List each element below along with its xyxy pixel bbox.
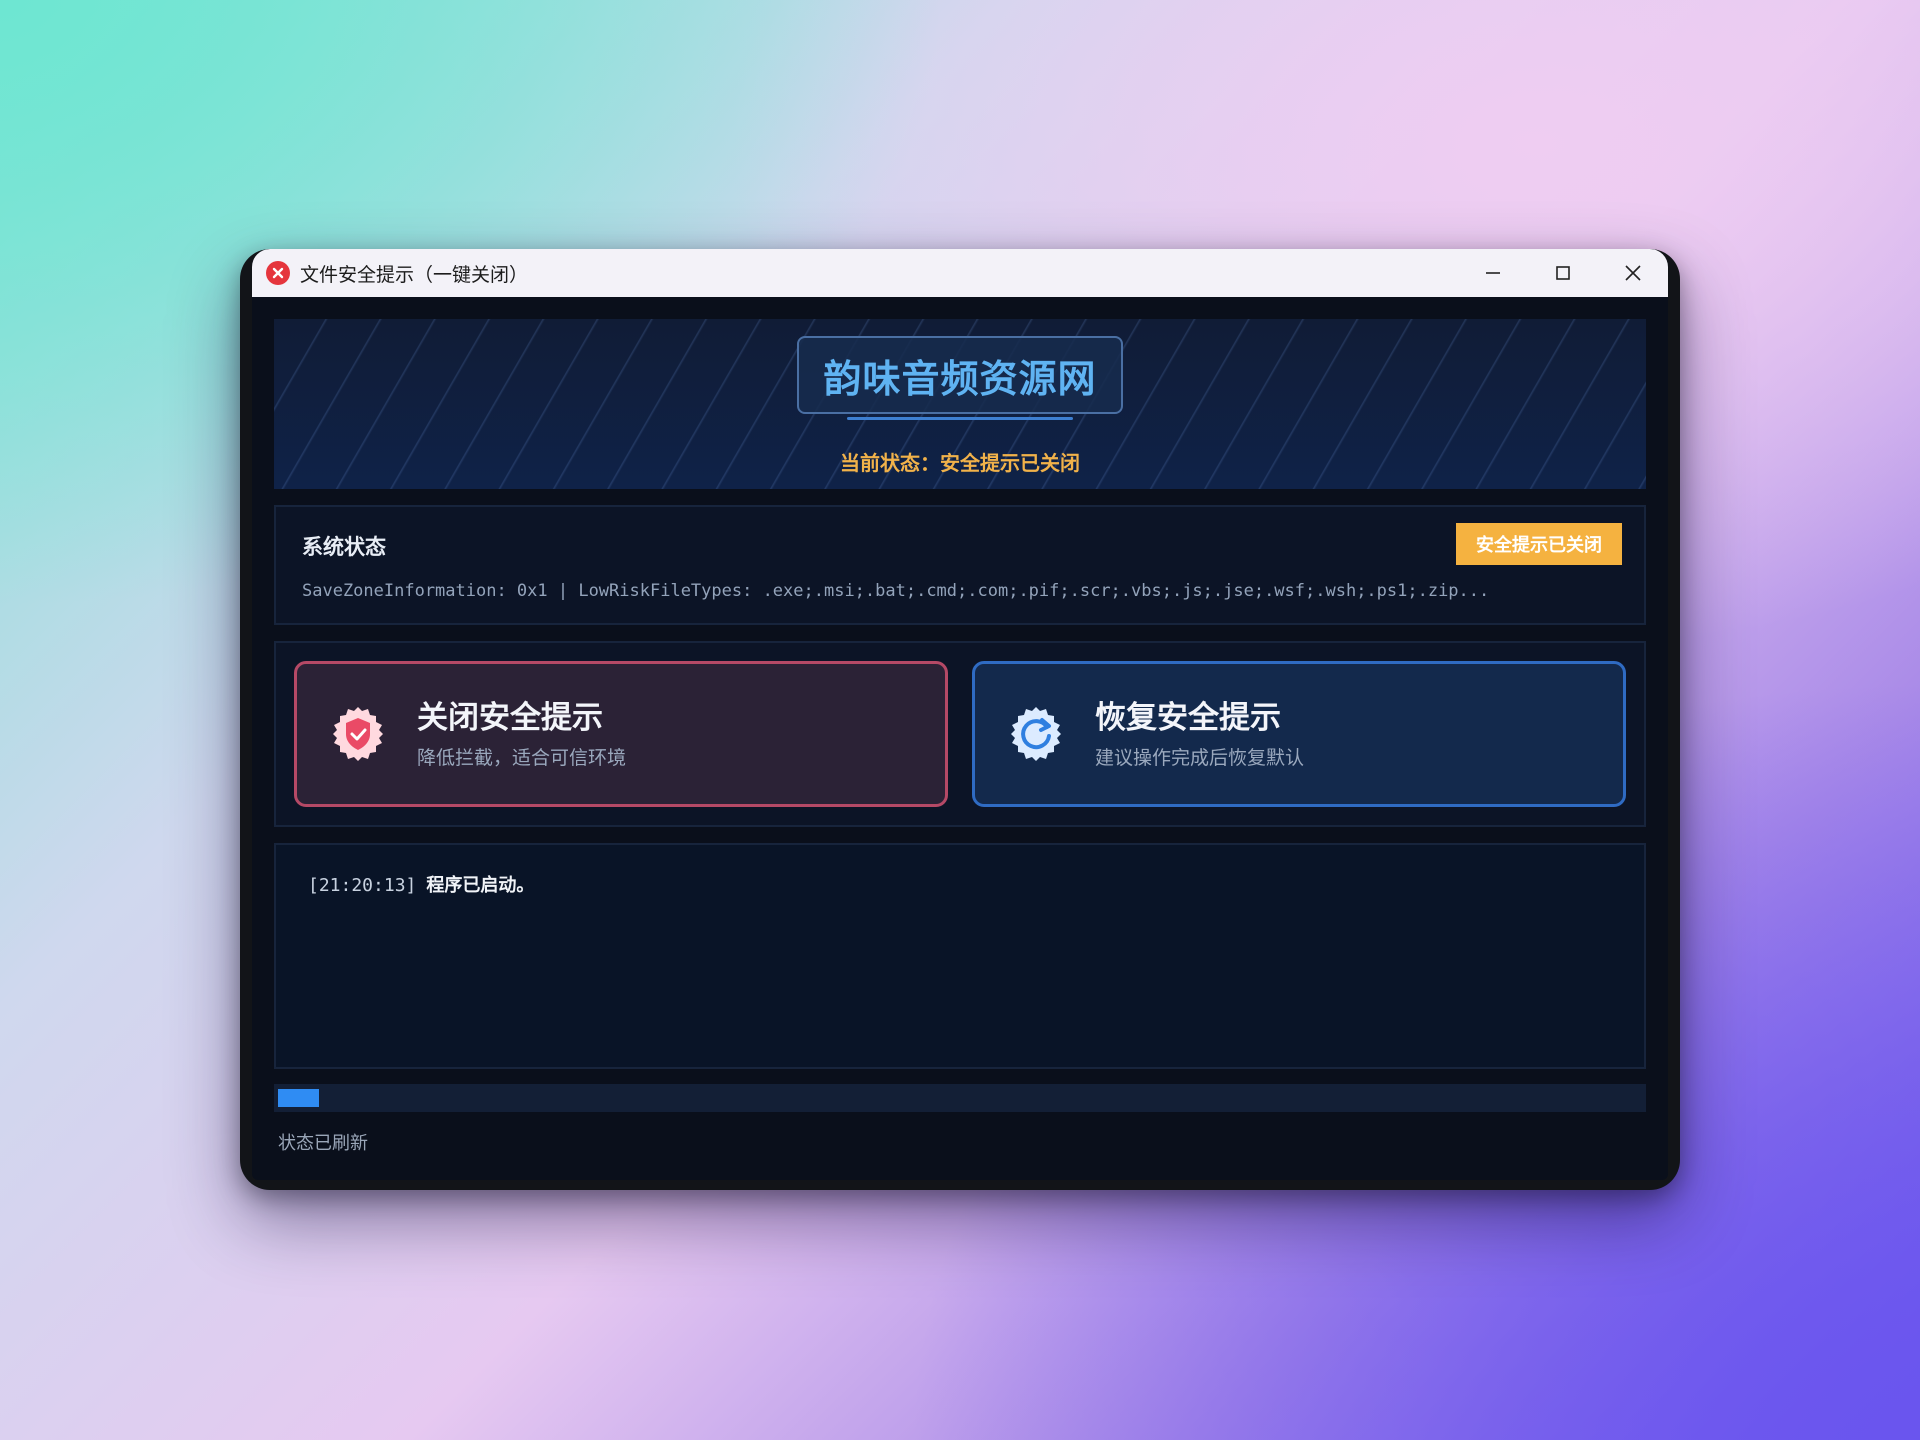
- maximize-button[interactable]: [1528, 249, 1598, 297]
- restore-warning-button[interactable]: 恢复安全提示 建议操作完成后恢复默认: [972, 661, 1626, 807]
- disable-card-title: 关闭安全提示: [417, 699, 603, 736]
- status-badge: 安全提示已关闭: [1456, 523, 1622, 565]
- log-entry: [21:20:13] 程序已启动。: [308, 871, 534, 897]
- current-status-text: 当前状态：安全提示已关闭: [840, 451, 1080, 475]
- header-banner: 韵味音频资源网 当前状态：安全提示已关闭: [274, 319, 1646, 489]
- progress-bar: [274, 1084, 1646, 1112]
- close-icon: [1625, 265, 1641, 281]
- registry-detail-text: SaveZoneInformation: 0x1 | LowRiskFileTy…: [302, 581, 1490, 601]
- brand-box: 韵味音频资源网: [797, 336, 1123, 414]
- log-timestamp: [21:20:13]: [308, 875, 417, 896]
- app-window: 文件安全提示（一键关闭） 韵味音频资源网 当前状态：安全提示已关闭 系统状态 安…: [240, 249, 1680, 1190]
- main-content: 韵味音频资源网 当前状态：安全提示已关闭 系统状态 安全提示已关闭 SaveZo…: [274, 319, 1646, 1180]
- title-bar[interactable]: 文件安全提示（一键关闭）: [252, 249, 1668, 297]
- minimize-icon: [1486, 272, 1500, 274]
- window-body: 文件安全提示（一键关闭） 韵味音频资源网 当前状态：安全提示已关闭 系统状态 安…: [252, 249, 1668, 1180]
- log-panel[interactable]: [21:20:13] 程序已启动。: [274, 843, 1646, 1069]
- shield-check-icon: [329, 705, 387, 763]
- disable-warning-button[interactable]: 关闭安全提示 降低拦截，适合可信环境: [294, 661, 948, 807]
- minimize-button[interactable]: [1458, 249, 1528, 297]
- refresh-icon: [1007, 705, 1065, 763]
- close-button[interactable]: [1598, 249, 1668, 297]
- system-status-title: 系统状态: [302, 535, 386, 559]
- restore-card-subtitle: 建议操作完成后恢复默认: [1095, 746, 1305, 769]
- progress-fill: [278, 1089, 319, 1107]
- brand-title: 韵味音频资源网: [823, 356, 1097, 401]
- window-title: 文件安全提示（一键关闭）: [300, 263, 529, 286]
- log-message: 程序已启动。: [426, 875, 535, 896]
- system-status-panel: 系统状态 安全提示已关闭 SaveZoneInformation: 0x1 | …: [274, 505, 1646, 625]
- footer-status-text: 状态已刷新: [278, 1133, 368, 1154]
- restore-card-title: 恢复安全提示: [1095, 699, 1281, 736]
- actions-panel: 关闭安全提示 降低拦截，适合可信环境 恢复安全提示 建议操作完成后恢复默认: [274, 641, 1646, 827]
- brand-underline: [847, 417, 1073, 420]
- maximize-icon: [1556, 266, 1570, 280]
- disable-card-subtitle: 降低拦截，适合可信环境: [417, 746, 627, 769]
- error-icon: [266, 261, 290, 285]
